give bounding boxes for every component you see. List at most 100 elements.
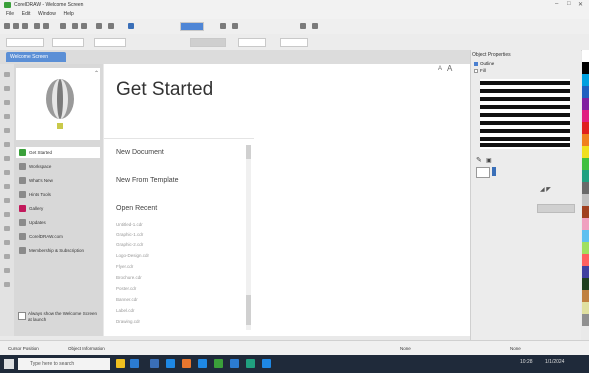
store-icon[interactable] (150, 359, 159, 368)
palette-swatch[interactable] (582, 254, 589, 266)
rectangle-tool-icon[interactable] (4, 156, 10, 161)
palette-swatch[interactable] (582, 74, 589, 86)
height-field[interactable] (94, 38, 126, 47)
recent-file[interactable]: Logo-Design.cdr (116, 253, 149, 258)
color-slider[interactable] (492, 167, 496, 176)
shadow-tool-icon[interactable] (4, 240, 10, 245)
recent-file[interactable]: Poster.cdr (116, 286, 136, 291)
nav-coreldraw-com[interactable]: CorelDRAW.com (16, 231, 100, 242)
edge-icon[interactable] (130, 359, 139, 368)
palette-swatch[interactable] (582, 134, 589, 146)
undo-icon[interactable] (34, 23, 40, 29)
taskbar-search[interactable]: Type here to search (18, 358, 110, 370)
arrange-icon[interactable]: ◢ ◤ (540, 186, 551, 193)
palette-swatch[interactable] (582, 98, 589, 110)
recent-file[interactable]: Graphic-1.cdr (116, 232, 143, 237)
palette-swatch[interactable] (582, 278, 589, 290)
new-icon[interactable] (4, 23, 10, 29)
zoom-level-field[interactable] (180, 22, 204, 31)
fill-radio[interactable] (474, 69, 478, 73)
collapse-icon[interactable]: ⌃ (94, 70, 99, 77)
page-size-select[interactable] (6, 38, 44, 47)
connector-tool-icon[interactable] (4, 226, 10, 231)
palette-swatch[interactable] (582, 218, 589, 230)
explorer-icon[interactable] (116, 359, 125, 368)
app-icon[interactable] (198, 359, 207, 368)
nav-gallery[interactable]: Gallery (16, 203, 100, 214)
nav-hints[interactable]: Hints Tools (16, 189, 100, 200)
export-icon[interactable] (81, 23, 87, 29)
import-icon[interactable] (72, 23, 78, 29)
outline-radio[interactable] (474, 62, 478, 66)
new-document-link[interactable]: New Document (116, 149, 164, 156)
shape-tool-icon[interactable] (4, 86, 10, 91)
eyedropper-icon[interactable]: ✎ (476, 156, 482, 164)
pick-tool-icon[interactable] (4, 72, 10, 77)
office-icon[interactable] (182, 359, 191, 368)
launch-icon[interactable] (300, 23, 306, 29)
palette-swatch[interactable] (582, 158, 589, 170)
print-icon[interactable] (96, 23, 102, 29)
chat-icon[interactable] (246, 359, 255, 368)
recent-file[interactable]: Banner.cdr (116, 297, 138, 302)
nav-workspace[interactable]: Workspace (16, 161, 100, 172)
font-size-small-icon[interactable]: A (438, 66, 442, 72)
freehand-tool-icon[interactable] (4, 128, 10, 133)
recent-file[interactable]: Untitled-1.cdr (116, 222, 143, 227)
font-size-large-icon[interactable]: A (447, 64, 452, 73)
palette-swatch[interactable] (582, 314, 589, 326)
palette-swatch[interactable] (582, 50, 589, 62)
palette-swatch[interactable] (582, 206, 589, 218)
settings-icon[interactable] (312, 23, 318, 29)
redo-icon[interactable] (43, 23, 49, 29)
options-icon[interactable] (232, 23, 238, 29)
clock-time[interactable]: 10:28 (520, 359, 533, 365)
polygon-tool-icon[interactable] (4, 184, 10, 189)
nav-updates[interactable]: Updates (16, 217, 100, 228)
palette-swatch[interactable] (582, 110, 589, 122)
tab-welcome-screen[interactable]: Welcome Screen (6, 52, 66, 62)
maximize-button[interactable]: □ (567, 1, 571, 7)
eyedropper-tool-icon[interactable] (4, 268, 10, 273)
scroll-thumb-top[interactable] (246, 145, 251, 159)
color-swatch[interactable] (476, 167, 490, 178)
scroll-thumb[interactable] (246, 295, 251, 325)
photos-icon[interactable] (230, 359, 239, 368)
mail-icon[interactable] (166, 359, 175, 368)
nav-get-started[interactable]: Get Started (16, 147, 100, 158)
recent-file[interactable]: Graphic-2.cdr (116, 242, 143, 247)
ellipse-tool-icon[interactable] (4, 170, 10, 175)
recent-file[interactable]: Label.cdr (116, 308, 135, 313)
width-field[interactable] (52, 38, 84, 47)
always-show-checkbox[interactable] (18, 312, 26, 320)
clock-date[interactable]: 1/1/2024 (545, 359, 564, 365)
fill-tool-icon[interactable] (4, 282, 10, 287)
palette-swatch[interactable] (582, 122, 589, 134)
palette-swatch[interactable] (582, 182, 589, 194)
transparency-tool-icon[interactable] (4, 254, 10, 259)
palette-swatch[interactable] (582, 62, 589, 74)
recent-file[interactable]: Flyer.cdr (116, 264, 133, 269)
zoom-tool-icon[interactable] (4, 114, 10, 119)
crop-tool-icon[interactable] (4, 100, 10, 105)
start-icon[interactable] (4, 359, 14, 369)
nav-membership[interactable]: Membership & Subscription (16, 245, 100, 256)
apply-button[interactable] (537, 204, 575, 213)
fill-status[interactable]: None (400, 346, 411, 351)
duplicate-field[interactable] (280, 38, 308, 47)
palette-swatch[interactable] (582, 146, 589, 158)
palette-swatch[interactable] (582, 86, 589, 98)
save-icon[interactable] (22, 23, 28, 29)
artistic-media-tool-icon[interactable] (4, 142, 10, 147)
menu-window[interactable]: Window (38, 11, 56, 17)
view-icon[interactable] (128, 23, 134, 29)
units-select[interactable] (190, 38, 226, 47)
menu-file[interactable]: File (6, 11, 14, 17)
recent-file[interactable]: Drawing.cdr (116, 319, 140, 324)
palette-swatch[interactable] (582, 266, 589, 278)
palette-swatch[interactable] (582, 230, 589, 242)
nav-whats-new[interactable]: What's New (16, 175, 100, 186)
close-button[interactable]: ✕ (578, 1, 583, 8)
recent-file[interactable]: Brochure.cdr (116, 275, 142, 280)
snap-icon[interactable] (220, 23, 226, 29)
